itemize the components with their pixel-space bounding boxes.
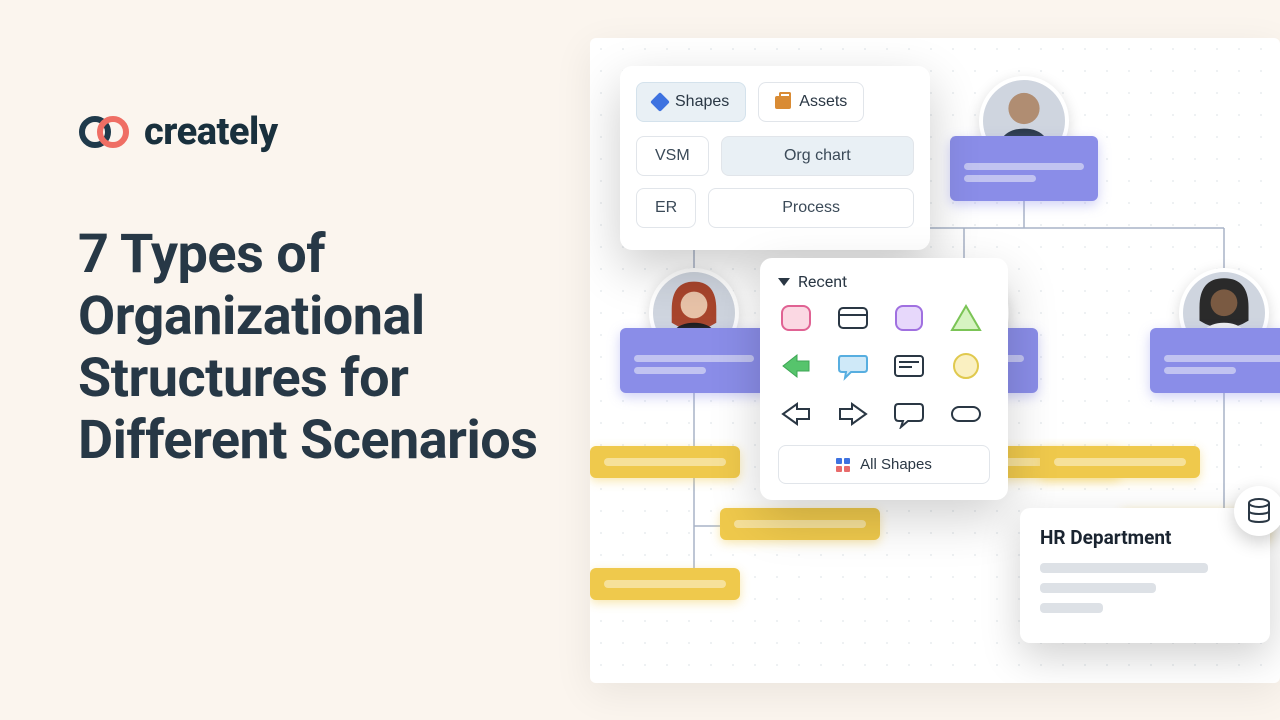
placeholder-line bbox=[1040, 603, 1103, 613]
all-shapes-label: All Shapes bbox=[860, 456, 932, 473]
shape-arrow-left-green-icon[interactable] bbox=[778, 351, 814, 381]
left-panel: creately 7 Types of Organizational Struc… bbox=[78, 110, 598, 472]
shape-card-icon[interactable] bbox=[835, 303, 871, 333]
chip-er[interactable]: ER bbox=[636, 188, 696, 228]
tab-shapes[interactable]: Shapes bbox=[636, 82, 746, 122]
shape-arrow-left-outline-icon[interactable] bbox=[778, 399, 814, 429]
hr-department-card[interactable]: HR Department bbox=[1020, 508, 1270, 643]
page-headline: 7 Types of Organizational Structures for… bbox=[78, 224, 598, 472]
shape-rounded-rect-purple-icon[interactable] bbox=[891, 303, 927, 333]
grid-icon bbox=[836, 458, 850, 472]
chip-vsm[interactable]: VSM bbox=[636, 136, 709, 176]
shape-list-card-icon[interactable] bbox=[891, 351, 927, 381]
tab-label: Assets bbox=[799, 93, 847, 111]
org-node-root[interactable] bbox=[950, 136, 1098, 201]
placeholder-line bbox=[1040, 583, 1156, 593]
tab-label: Shapes bbox=[675, 93, 729, 111]
diagram-canvas[interactable]: Shapes Assets VSM Org chart ER Process R… bbox=[590, 38, 1280, 683]
shape-triangle-icon[interactable] bbox=[948, 303, 984, 333]
org-leaf-box[interactable] bbox=[590, 446, 740, 478]
org-node-child-1[interactable] bbox=[620, 328, 768, 393]
logo-mark-icon bbox=[78, 114, 134, 150]
brand-name: creately bbox=[144, 110, 278, 154]
shape-grid bbox=[778, 303, 990, 429]
hr-card-title: HR Department bbox=[1040, 526, 1250, 549]
placeholder-line bbox=[1040, 563, 1208, 573]
shape-speech-bubble-outline-icon[interactable] bbox=[891, 399, 927, 429]
shape-pill-outline-icon[interactable] bbox=[948, 399, 984, 429]
chip-process[interactable]: Process bbox=[708, 188, 914, 228]
recent-header[interactable]: Recent bbox=[778, 272, 990, 291]
shape-speech-bubble-blue-icon[interactable] bbox=[835, 351, 871, 381]
briefcase-icon bbox=[775, 96, 791, 109]
shape-rounded-rect-pink-icon[interactable] bbox=[778, 303, 814, 333]
shapes-popover: Shapes Assets VSM Org chart ER Process bbox=[620, 66, 930, 250]
shape-arrow-right-outline-icon[interactable] bbox=[835, 399, 871, 429]
shape-circle-yellow-icon[interactable] bbox=[948, 351, 984, 381]
tab-assets[interactable]: Assets bbox=[758, 82, 864, 122]
org-node-child-3[interactable] bbox=[1150, 328, 1280, 393]
all-shapes-button[interactable]: All Shapes bbox=[778, 445, 990, 484]
chip-orgchart[interactable]: Org chart bbox=[721, 136, 914, 176]
org-leaf-box[interactable] bbox=[1040, 446, 1200, 478]
org-leaf-box[interactable] bbox=[720, 508, 880, 540]
brand-logo: creately bbox=[78, 110, 598, 154]
caret-down-icon bbox=[778, 278, 790, 286]
recent-label: Recent bbox=[798, 272, 847, 291]
org-leaf-box[interactable] bbox=[590, 568, 740, 600]
diamond-icon bbox=[650, 92, 670, 112]
recent-shapes-panel: Recent All Shapes bbox=[760, 258, 1008, 500]
